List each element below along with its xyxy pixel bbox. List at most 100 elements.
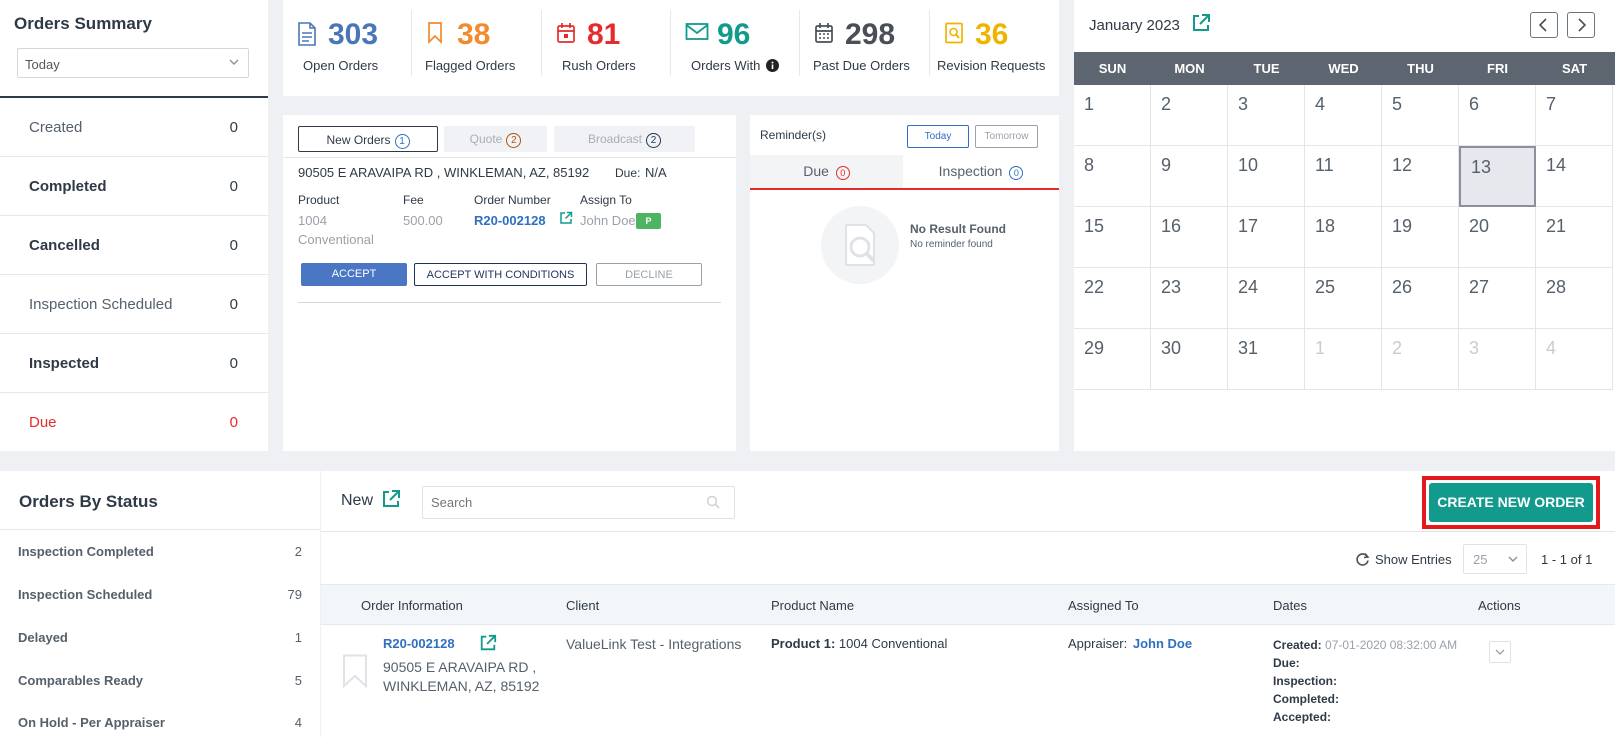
refresh-icon[interactable] xyxy=(1355,552,1370,567)
calendar-day[interactable]: 21 xyxy=(1536,207,1613,268)
calendar-day[interactable]: 30 xyxy=(1151,329,1228,390)
calendar-day[interactable]: 2 xyxy=(1151,85,1228,146)
tab-label: New Orders xyxy=(326,133,391,147)
summary-row-created[interactable]: Created 0 xyxy=(0,98,268,157)
weekday-label: TUE xyxy=(1253,61,1280,76)
actions-dropdown[interactable] xyxy=(1489,641,1511,663)
calendar-day[interactable]: 12 xyxy=(1382,146,1459,207)
order-number-link[interactable]: R20-002128 xyxy=(383,636,455,651)
calendar-day[interactable]: 14 xyxy=(1536,146,1613,207)
tab-due[interactable]: Due 0 xyxy=(750,155,903,188)
calendar-day[interactable]: 10 xyxy=(1228,146,1305,207)
calendar-day[interactable]: 9 xyxy=(1151,146,1228,207)
external-link-icon[interactable] xyxy=(1191,13,1211,33)
column-header: Actions xyxy=(1478,598,1521,613)
product-line: Conventional xyxy=(298,232,374,247)
status-row-inspection-completed[interactable]: Inspection Completed 2 xyxy=(0,544,320,588)
product-name: Product 1: 1004 Conventional xyxy=(771,636,947,651)
calendar-day[interactable]: 28 xyxy=(1536,268,1613,329)
calendar-day[interactable]: 17 xyxy=(1228,207,1305,268)
calendar-day[interactable]: 5 xyxy=(1382,85,1459,146)
next-month-button[interactable] xyxy=(1567,12,1595,38)
stat-rush-orders[interactable]: 81 Rush Orders xyxy=(542,0,670,96)
stat-orders-with[interactable]: 96 Orders With xyxy=(671,0,799,96)
tomorrow-button[interactable]: Tomorrow xyxy=(975,125,1038,148)
stat-value: 38 xyxy=(457,18,491,51)
tab-quote[interactable]: Quote 2 xyxy=(444,126,547,152)
calendar-day[interactable]: 3 xyxy=(1228,85,1305,146)
info-icon[interactable] xyxy=(765,59,779,72)
calendar-day[interactable]: 24 xyxy=(1228,268,1305,329)
period-select[interactable]: Today xyxy=(17,48,249,78)
fee-header: Fee xyxy=(403,193,424,207)
tab-badge: 0 xyxy=(835,166,850,180)
calendar-day[interactable]: 16 xyxy=(1151,207,1228,268)
summary-row-completed[interactable]: Completed 0 xyxy=(0,157,268,216)
calendar-day[interactable]: 26 xyxy=(1382,268,1459,329)
search-input[interactable] xyxy=(422,486,735,519)
summary-row-due[interactable]: Due 0 xyxy=(0,393,268,452)
due-label: Due: xyxy=(615,166,641,180)
calendar-day[interactable]: 3 xyxy=(1459,329,1536,390)
calendar-day[interactable]: 2 xyxy=(1382,329,1459,390)
summary-row-label: Completed xyxy=(29,178,107,195)
status-count: 5 xyxy=(294,673,302,688)
accept-with-conditions-button[interactable]: ACCEPT WITH CONDITIONS xyxy=(414,263,587,286)
status-row-comparables-ready[interactable]: Comparables Ready 5 xyxy=(0,673,320,717)
calendar-day[interactable]: 18 xyxy=(1305,207,1382,268)
stat-flagged-orders[interactable]: 38 Flagged Orders xyxy=(412,0,541,96)
calendar-day[interactable]: 23 xyxy=(1151,268,1228,329)
calendar-day[interactable]: 25 xyxy=(1305,268,1382,329)
summary-row-label: Created xyxy=(29,119,83,136)
product-header: Product xyxy=(298,193,340,207)
summary-row-cancelled[interactable]: Cancelled 0 xyxy=(0,216,268,275)
stat-label: Orders With xyxy=(691,58,761,73)
order-number-link[interactable]: R20-002128 xyxy=(474,211,546,230)
entries-select[interactable]: 25 xyxy=(1463,544,1527,574)
calendar-day[interactable]: 4 xyxy=(1536,329,1613,390)
calendar-day[interactable]: 19 xyxy=(1382,207,1459,268)
status-row-inspection-scheduled[interactable]: Inspection Scheduled 79 xyxy=(0,587,320,631)
summary-row-inspection-scheduled[interactable]: Inspection Scheduled 0 xyxy=(0,275,268,334)
stat-past-due-orders[interactable]: 298 Past Due Orders xyxy=(800,0,929,96)
calendar-day[interactable]: 8 xyxy=(1074,146,1151,207)
calendar-day[interactable]: 13 xyxy=(1459,146,1536,207)
tab-new-orders[interactable]: New Orders 1 xyxy=(298,126,438,152)
calendar-day[interactable]: 6 xyxy=(1459,85,1536,146)
tab-broadcast[interactable]: Broadcast 2 xyxy=(554,126,695,152)
accept-button[interactable]: ACCEPT xyxy=(301,263,407,286)
status-row-delayed[interactable]: Delayed 1 xyxy=(0,630,320,674)
weekday-label: WED xyxy=(1328,61,1359,76)
date-label: Inspection: xyxy=(1273,674,1338,688)
today-button[interactable]: Today xyxy=(907,125,969,148)
external-link-icon[interactable] xyxy=(381,489,401,509)
due-value: N/A xyxy=(645,165,667,180)
decline-button[interactable]: DECLINE xyxy=(596,263,702,286)
orders-by-status-panel: Orders By Status Inspection Completed 2 … xyxy=(0,471,320,737)
prev-month-button[interactable] xyxy=(1530,12,1558,38)
calendar-day[interactable]: 1 xyxy=(1305,329,1382,390)
external-link-icon[interactable] xyxy=(479,634,497,652)
status-label: Inspection Scheduled xyxy=(18,587,153,602)
calendar-day[interactable]: 31 xyxy=(1228,329,1305,390)
calendar-day[interactable]: 15 xyxy=(1074,207,1151,268)
summary-row-inspected[interactable]: Inspected 0 xyxy=(0,334,268,393)
external-link-icon[interactable] xyxy=(559,211,573,225)
calendar-day[interactable]: 1 xyxy=(1074,85,1151,146)
tab-inspection[interactable]: Inspection 0 xyxy=(903,155,1059,188)
status-row-on-hold[interactable]: On Hold - Per Appraiser 4 xyxy=(0,715,320,737)
calendar-day[interactable]: 4 xyxy=(1305,85,1382,146)
calendar-day[interactable]: 29 xyxy=(1074,329,1151,390)
create-new-order-button[interactable]: CREATE NEW ORDER xyxy=(1429,483,1593,522)
order-list-panel: New CREATE NEW ORDER Show Entries 25 1 -… xyxy=(321,471,1615,737)
calendar-day[interactable]: 27 xyxy=(1459,268,1536,329)
calendar-day[interactable]: 20 xyxy=(1459,207,1536,268)
appraiser-link[interactable]: John Doe xyxy=(1133,636,1192,651)
calendar-day[interactable]: 22 xyxy=(1074,268,1151,329)
stat-open-orders[interactable]: 303 Open Orders xyxy=(283,0,411,96)
calendar-day[interactable]: 7 xyxy=(1536,85,1613,146)
calendar-day[interactable]: 11 xyxy=(1305,146,1382,207)
bookmark-icon[interactable] xyxy=(341,654,369,688)
chevron-down-icon xyxy=(1507,553,1519,565)
stat-revision-requests[interactable]: 36 Revision Requests xyxy=(930,0,1059,96)
